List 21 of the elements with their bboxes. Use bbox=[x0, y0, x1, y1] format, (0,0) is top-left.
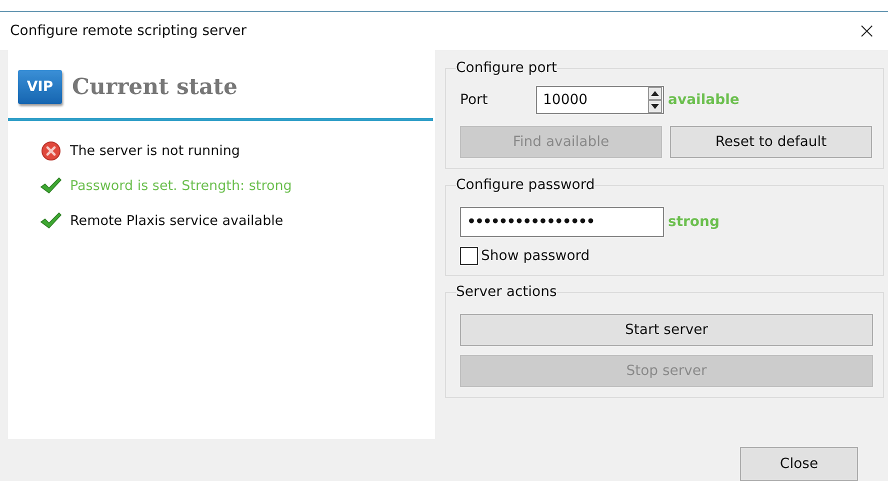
status-text: Remote Plaxis service available bbox=[70, 213, 284, 229]
group-title: Configure password bbox=[456, 177, 595, 193]
status-text: Password is set. Strength: strong bbox=[70, 178, 292, 194]
port-label: Port bbox=[460, 92, 489, 108]
port-button[interactable]: Reset to default bbox=[670, 126, 872, 158]
group-title: Configure port bbox=[456, 60, 558, 76]
close-button[interactable]: × bbox=[852, 18, 882, 44]
panel-heading: Current state bbox=[72, 74, 238, 100]
password-field[interactable]: •••••••••••••••• bbox=[460, 207, 664, 237]
checkbox-label[interactable]: Show password bbox=[481, 248, 590, 264]
close-dialog-button[interactable]: Close bbox=[740, 447, 858, 481]
server-button[interactable]: Start server bbox=[460, 314, 873, 346]
show-password-checkbox[interactable] bbox=[460, 247, 478, 265]
strength-label: strong bbox=[668, 214, 720, 230]
port-spinbox[interactable]: 10000 bbox=[536, 86, 664, 114]
availability-status: available bbox=[668, 92, 740, 108]
status-text: The server is not running bbox=[70, 143, 240, 159]
window-title: Configure remote scripting server bbox=[10, 23, 247, 39]
logo: VIP bbox=[18, 70, 62, 104]
group-title: Server actions bbox=[456, 284, 557, 300]
spin-arrows-icon[interactable] bbox=[647, 87, 663, 113]
